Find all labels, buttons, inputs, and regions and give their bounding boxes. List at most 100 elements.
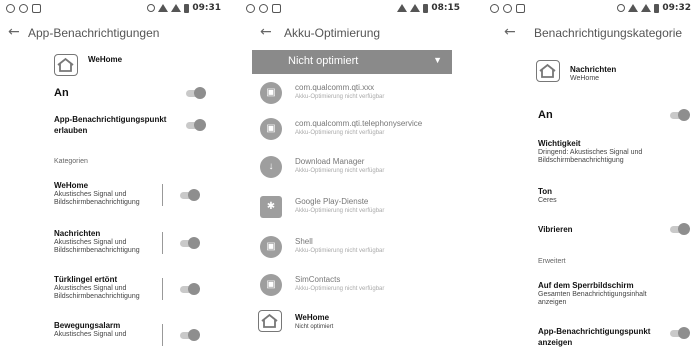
notification-icon (19, 4, 28, 13)
status-bar: 09:32 (484, 0, 697, 18)
app-list-item[interactable]: ↓ Download Manager Akku-Optimierung nich… (240, 152, 466, 182)
divider (162, 184, 163, 206)
main-toggle[interactable] (186, 87, 206, 99)
section-label: Erweitert (538, 258, 566, 265)
divider (162, 232, 163, 254)
app-bar: ← Akku-Optimierung (240, 20, 466, 46)
category-subtitle: Akustisches Signal und (54, 331, 127, 338)
lockscreen-value: Gesamten Benachrichtigungsinhalt anzeige… (538, 291, 647, 306)
app-list-item[interactable]: ▣ SimContacts Akku-Optimierung nicht ver… (240, 270, 466, 300)
android-icon: ▣ (260, 118, 282, 140)
wehome-app-icon (54, 54, 78, 76)
divider (162, 278, 163, 300)
category-item[interactable]: WeHome Akustisches Signal und Bildschirm… (0, 180, 227, 216)
app-status: Nicht optimiert (295, 324, 334, 330)
notification-icon (272, 4, 281, 13)
category-subtitle: Akustisches Signal und Bildschirmbenachr… (54, 191, 140, 206)
app-status: Akku-Optimierung nicht verfügbar (295, 168, 385, 174)
main-toggle-label: An (538, 109, 553, 121)
category-item[interactable]: Bewegungsalarm Akustisches Signal und (0, 320, 227, 347)
app-list-item[interactable]: ▣ com.qualcomm.qti.xxx Akku-Optimierung … (240, 78, 466, 108)
app-list-item[interactable]: WeHome Nicht optimiert (240, 308, 466, 338)
importance-title: Wichtigkeit (538, 139, 581, 148)
dot-setting-label: App-Benachrichtigungspunkt anzeigen (538, 327, 651, 347)
status-bar: 09:31 (0, 0, 227, 18)
category-toggle[interactable] (180, 237, 200, 249)
page-title: App-Benachrichtigungen (28, 26, 160, 40)
category-toggle[interactable] (180, 189, 200, 201)
battery-optimization-screen: 08:15 ← Akku-Optimierung Nicht optimiert… (240, 0, 466, 347)
status-bar: 08:15 (240, 0, 466, 18)
wifi-icon (158, 4, 169, 12)
notification-icon (503, 4, 512, 13)
importance-setting[interactable]: Wichtigkeit Dringend: Akustisches Signal… (484, 138, 697, 168)
signal-icon (410, 4, 421, 12)
app-status: Akku-Optimierung nicht verfügbar (295, 208, 385, 214)
category-subtitle: Akustisches Signal und Bildschirmbenachr… (54, 285, 140, 300)
app-name: Shell (295, 237, 313, 246)
lockscreen-setting[interactable]: Auf dem Sperrbildschirm Gesamten Benachr… (484, 280, 697, 310)
category-item[interactable]: Nachrichten Akustisches Signal und Bilds… (0, 228, 227, 264)
alarm-icon (147, 4, 156, 12)
signal-icon (171, 4, 182, 12)
page-title: Benachrichtigungskategorie (534, 26, 683, 40)
notification-category-screen: 09:32 ← Benachrichtigungskategorie Nachr… (484, 0, 697, 347)
category-toggle[interactable] (180, 283, 200, 295)
vibrate-toggle[interactable] (670, 223, 690, 235)
android-icon: ▣ (260, 236, 282, 258)
wehome-app-icon (258, 310, 282, 332)
channel-app: WeHome (570, 75, 600, 82)
notification-icon (246, 4, 255, 13)
android-icon: ▣ (260, 82, 282, 104)
dot-setting-toggle[interactable] (670, 327, 690, 339)
app-name: Google Play-Dienste (295, 197, 369, 206)
importance-value: Dringend: Akustisches Signal und Bildsch… (538, 149, 643, 164)
app-status: Akku-Optimierung nicht verfügbar (295, 94, 385, 100)
dot-setting-label: App-Benachrichtigungspunkt erlauben (54, 115, 167, 135)
notification-icon (32, 4, 41, 13)
notification-icon (259, 4, 268, 13)
app-name: SimContacts (295, 275, 341, 284)
app-list-item[interactable]: ▣ Shell Akku-Optimierung nicht verfügbar (240, 232, 466, 262)
wifi-icon (628, 4, 639, 12)
android-icon: ▣ (260, 274, 282, 296)
app-name: WeHome (88, 55, 123, 64)
app-status: Akku-Optimierung nicht verfügbar (295, 248, 385, 254)
sound-title: Ton (538, 187, 553, 196)
wehome-app-icon (536, 60, 560, 82)
main-toggle[interactable] (670, 109, 690, 121)
section-label: Kategorien (54, 158, 88, 165)
filter-dropdown[interactable]: Nicht optimiert ▼ (252, 50, 452, 74)
app-name: WeHome (295, 313, 330, 322)
category-toggle[interactable] (180, 329, 200, 341)
puzzle-icon: ✱ (260, 196, 282, 218)
filter-value: Nicht optimiert (288, 55, 359, 67)
channel-name: Nachrichten (570, 65, 617, 74)
back-arrow-icon[interactable]: ← (504, 24, 516, 40)
status-clock: 09:32 (662, 3, 691, 13)
app-status: Akku-Optimierung nicht verfügbar (295, 130, 385, 136)
category-title: WeHome (54, 181, 89, 190)
app-bar: ← Benachrichtigungskategorie (484, 20, 697, 46)
category-item[interactable]: Türklingel ertönt Akustisches Signal und… (0, 274, 227, 310)
alarm-icon (617, 4, 626, 12)
wifi-icon (397, 4, 408, 12)
signal-icon (641, 4, 652, 12)
chevron-down-icon: ▼ (433, 55, 442, 65)
app-list-item[interactable]: ✱ Google Play-Dienste Akku-Optimierung n… (240, 192, 466, 222)
status-clock: 08:15 (431, 3, 460, 13)
category-title: Türklingel ertönt (54, 275, 118, 284)
lockscreen-title: Auf dem Sperrbildschirm (538, 281, 634, 290)
divider (162, 324, 163, 346)
app-bar: ← App-Benachrichtigungen (0, 20, 227, 46)
battery-icon (654, 3, 660, 13)
notification-icon (490, 4, 499, 13)
app-list-item[interactable]: ▣ com.qualcomm.qti.telephonyservice Akku… (240, 114, 466, 144)
back-arrow-icon[interactable]: ← (260, 24, 272, 40)
dot-setting-toggle[interactable] (186, 119, 206, 131)
back-arrow-icon[interactable]: ← (8, 24, 20, 40)
battery-icon (423, 3, 429, 13)
vibrate-label: Vibrieren (538, 225, 573, 234)
sound-setting[interactable]: Ton Ceres (484, 186, 697, 210)
category-title: Nachrichten (54, 229, 101, 238)
